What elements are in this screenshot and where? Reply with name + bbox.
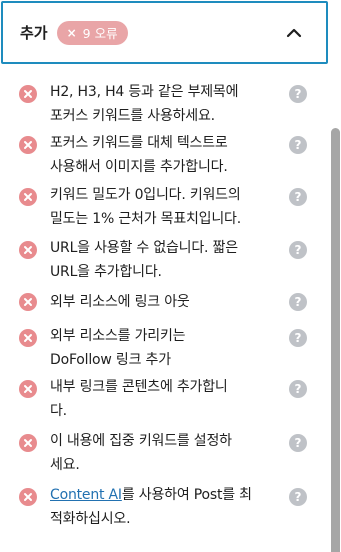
badge-x-icon: ×	[66, 25, 77, 40]
item-text: H2, H3, H4 등과 같은 부제목에 포커스 키워드를 사용하세요.	[50, 84, 239, 124]
help-question-icon[interactable]: ?	[289, 488, 307, 506]
item-text-after-link: 를 사용하여 Post를 최	[121, 487, 252, 503]
item-text: 키워드 밀도가 0입니다. 키워드의 밀도는 1% 근처가 목표치입니다.	[50, 187, 241, 227]
error-x-icon	[19, 329, 37, 347]
scrollbar-thumb[interactable]	[331, 128, 340, 552]
help-question-icon[interactable]: ?	[289, 85, 307, 103]
error-x-icon	[19, 188, 37, 206]
list-item: 내부 링크를 콘텐츠에 추가합니 다. ?	[0, 375, 330, 429]
item-text: 외부 리소스에 링크 아웃	[50, 294, 190, 310]
list-item: 외부 리소스를 가리키는 DoFollow 링크 추가 ?	[0, 324, 330, 375]
list-item: Content AI를 사용하여 Post를 최 적화하십시오. ?	[0, 483, 330, 535]
error-x-icon	[19, 488, 37, 506]
badge-label: 9 오류	[82, 26, 118, 41]
help-question-icon[interactable]: ?	[289, 293, 307, 311]
additional-section-header[interactable]: 추가 × 9 오류	[1, 1, 328, 64]
help-question-icon[interactable]: ?	[289, 188, 307, 206]
error-x-icon	[19, 293, 37, 311]
error-x-icon	[19, 136, 37, 154]
item-text: URL을 사용할 수 없습니다. 짧은 URL을 추가합니다.	[50, 240, 238, 280]
item-text: Content AI를 사용하여 Post를 최 적화하십시오.	[50, 487, 252, 527]
item-text: 외부 리소스를 가리키는 DoFollow 링크 추가	[50, 328, 186, 368]
chevron-up-icon[interactable]	[286, 25, 302, 41]
list-item: 키워드 밀도가 0입니다. 키워드의 밀도는 1% 근처가 목표치입니다. ?	[0, 183, 330, 236]
check-list: H2, H3, H4 등과 같은 부제목에 포커스 키워드를 사용하세요. ? …	[0, 80, 330, 535]
help-question-icon[interactable]: ?	[289, 380, 307, 398]
help-question-icon[interactable]: ?	[289, 434, 307, 452]
error-x-icon	[19, 241, 37, 259]
item-text: 포커스 키워드를 대체 텍스트로 사용해서 이미지를 추가합니다.	[50, 135, 228, 175]
list-item: H2, H3, H4 등과 같은 부제목에 포커스 키워드를 사용하세요. ?	[0, 80, 330, 131]
list-item: 이 내용에 집중 키워드를 설정하 세요. ?	[0, 429, 330, 483]
help-question-icon[interactable]: ?	[289, 329, 307, 347]
section-title: 추가	[20, 24, 48, 42]
help-question-icon[interactable]: ?	[289, 136, 307, 154]
error-count-badge: × 9 오류	[56, 20, 128, 45]
list-item: 외부 리소스에 링크 아웃 ?	[0, 290, 330, 324]
error-x-icon	[19, 434, 37, 452]
list-item: 포커스 키워드를 대체 텍스트로 사용해서 이미지를 추가합니다. ?	[0, 131, 330, 183]
list-item: URL을 사용할 수 없습니다. 짧은 URL을 추가합니다. ?	[0, 236, 330, 290]
error-x-icon	[19, 380, 37, 398]
help-question-icon[interactable]: ?	[289, 241, 307, 259]
item-text: 이 내용에 집중 키워드를 설정하 세요.	[50, 433, 232, 473]
error-x-icon	[19, 85, 37, 103]
item-text: 내부 링크를 콘텐츠에 추가합니 다.	[50, 379, 228, 419]
content-ai-link[interactable]: Content AI	[50, 487, 122, 503]
